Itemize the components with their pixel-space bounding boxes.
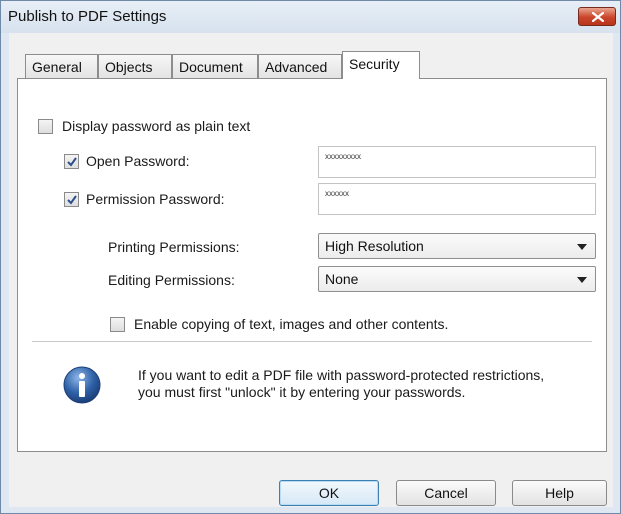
editing-permissions-label: Editing Permissions: (108, 272, 235, 288)
window-title: Publish to PDF Settings (8, 8, 167, 25)
tab-security[interactable]: Security (342, 51, 420, 79)
ok-button[interactable]: OK (279, 480, 379, 506)
title-bar[interactable]: Publish to PDF Settings (1, 1, 620, 33)
enable-copying-label: Enable copying of text, images and other… (134, 316, 449, 332)
checkmark-icon (67, 157, 77, 167)
open-password-label: Open Password: (86, 153, 190, 169)
plain-text-checkbox[interactable] (38, 119, 53, 134)
chevron-down-icon (577, 277, 587, 283)
tab-label: Security (349, 56, 400, 72)
tab-advanced[interactable]: Advanced (258, 54, 342, 78)
tab-general[interactable]: General (25, 54, 98, 78)
chevron-down-icon (577, 244, 587, 250)
close-icon (592, 12, 604, 22)
permission-password-label: Permission Password: (86, 191, 225, 207)
tab-label: Document (179, 59, 243, 75)
open-password-checkbox[interactable] (64, 154, 79, 169)
info-line-1: If you want to edit a PDF file with pass… (138, 367, 545, 383)
separator (32, 341, 592, 342)
close-button[interactable] (578, 7, 616, 26)
info-message: If you want to edit a PDF file with pass… (138, 367, 544, 401)
tab-objects[interactable]: Objects (98, 54, 172, 78)
permission-password-input[interactable]: xxxxxx (318, 183, 596, 215)
info-line-2: you must first "unlock" it by entering y… (138, 384, 466, 400)
printing-permissions-label: Printing Permissions: (108, 239, 240, 255)
tab-label: Objects (105, 59, 153, 75)
checkmark-icon (67, 195, 77, 205)
printing-permissions-select[interactable]: High Resolution (318, 233, 596, 259)
plain-text-label: Display password as plain text (62, 118, 251, 134)
tab-label: General (32, 59, 82, 75)
printing-selected-value: High Resolution (325, 238, 424, 254)
tab-label: Advanced (265, 59, 328, 75)
dialog-window: Publish to PDF Settings General Objects … (0, 0, 621, 514)
enable-copying-checkbox[interactable] (110, 317, 125, 332)
permission-password-checkbox[interactable] (64, 192, 79, 207)
editing-selected-value: None (325, 271, 359, 287)
help-button[interactable]: Help (512, 480, 607, 506)
cancel-button[interactable]: Cancel (396, 480, 496, 506)
tab-document[interactable]: Document (172, 54, 258, 78)
security-panel: Display password as plain text Open Pass… (17, 78, 607, 452)
info-icon (63, 366, 101, 404)
editing-permissions-select[interactable]: None (318, 266, 596, 292)
dialog-body: General Objects Document Advanced Securi… (9, 33, 613, 507)
open-password-input[interactable]: xxxxxxxxx (318, 146, 596, 178)
